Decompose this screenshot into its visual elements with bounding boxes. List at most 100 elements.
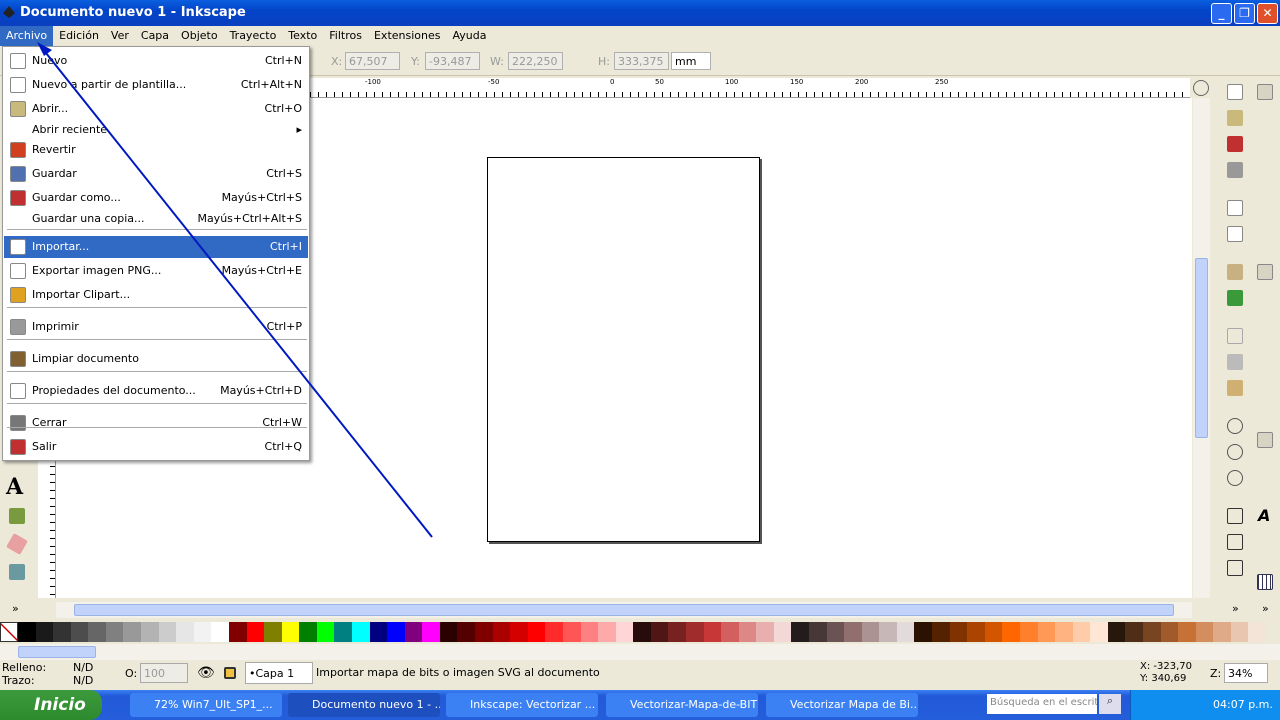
color-swatch[interactable]	[650, 622, 669, 642]
search-icon[interactable]: ⌕	[1099, 694, 1121, 714]
start-button[interactable]: Inicio	[0, 690, 102, 720]
task-word[interactable]: Vectorizar Mapa de Bi...	[766, 693, 918, 717]
color-swatch[interactable]	[422, 622, 440, 642]
color-swatch[interactable]	[510, 622, 528, 642]
color-swatch[interactable]	[176, 622, 194, 642]
color-swatch[interactable]	[756, 622, 774, 642]
color-swatch[interactable]	[1002, 622, 1020, 642]
color-swatch[interactable]	[615, 622, 634, 642]
snap-grid-icon[interactable]	[1257, 574, 1273, 590]
no-paint-swatch[interactable]	[0, 622, 18, 642]
color-swatch[interactable]	[228, 622, 247, 642]
color-swatch[interactable]	[703, 622, 722, 642]
color-swatch[interactable]	[334, 622, 352, 642]
menu-item-guardar[interactable]: Guardar Ctrl+S	[4, 163, 308, 185]
stroke-value[interactable]: N/D	[73, 674, 93, 687]
color-swatch[interactable]	[281, 622, 300, 642]
color-swatch[interactable]	[492, 622, 511, 642]
menu-edicion[interactable]: Edición	[53, 26, 105, 46]
color-swatch[interactable]	[1055, 622, 1073, 642]
color-swatch[interactable]	[1125, 622, 1143, 642]
menu-item-guardar-como[interactable]: Guardar como... Mayús+Ctrl+S	[4, 187, 308, 209]
snap-nodes-icon[interactable]	[1257, 264, 1273, 280]
color-swatch[interactable]	[685, 622, 704, 642]
layer-select[interactable]: •Capa 1	[245, 662, 313, 684]
menu-item-imprimir[interactable]: Imprimir Ctrl+P	[4, 316, 308, 338]
color-swatch[interactable]	[633, 622, 651, 642]
horizontal-scroll-thumb[interactable]	[74, 604, 1174, 616]
color-swatch[interactable]	[598, 622, 616, 642]
snap-toggle-icon[interactable]	[1257, 84, 1273, 100]
menu-ayuda[interactable]: Ayuda	[446, 26, 492, 46]
color-swatch[interactable]	[1072, 622, 1091, 642]
save-icon[interactable]	[1227, 136, 1243, 152]
open-icon[interactable]	[1227, 110, 1243, 126]
color-swatch[interactable]	[158, 622, 177, 642]
color-swatch[interactable]	[967, 622, 985, 642]
duplicate-icon[interactable]	[1227, 508, 1243, 524]
color-swatch[interactable]	[914, 622, 933, 642]
menu-item-exportar-imagen-png[interactable]: Exportar imagen PNG... Mayús+Ctrl+E	[4, 260, 308, 282]
menu-capa[interactable]: Capa	[135, 26, 175, 46]
color-swatch[interactable]	[351, 622, 370, 642]
color-swatch[interactable]	[932, 622, 950, 642]
color-swatch[interactable]	[580, 622, 599, 642]
color-swatch[interactable]	[123, 622, 142, 642]
color-swatch[interactable]	[1160, 622, 1179, 642]
palette-scroll-thumb[interactable]	[18, 646, 96, 658]
menu-objeto[interactable]: Objeto	[175, 26, 224, 46]
palette-scrollbar[interactable]	[0, 644, 1280, 660]
color-swatch[interactable]	[1143, 622, 1161, 642]
color-swatch[interactable]	[211, 622, 229, 642]
opacity-field[interactable]: 100	[140, 663, 188, 683]
color-swatch[interactable]	[984, 622, 1003, 642]
menu-extensiones[interactable]: Extensiones	[368, 26, 447, 46]
color-swatch[interactable]	[949, 622, 968, 642]
vertical-scroll-thumb[interactable]	[1195, 258, 1208, 438]
menu-item-importar[interactable]: Importar... Ctrl+I	[4, 236, 308, 258]
color-swatch[interactable]	[439, 622, 458, 642]
layer-lock-icon[interactable]	[224, 667, 236, 679]
task-folder[interactable]: Vectorizar-Mapa-de-BIT	[606, 693, 758, 717]
color-swatch[interactable]	[1019, 622, 1038, 642]
snap-text-baseline-icon[interactable]: A	[1258, 506, 1270, 525]
fill-value[interactable]: N/D	[73, 661, 93, 674]
desktop-search-input[interactable]: Búsqueda en el escrit	[987, 694, 1097, 714]
unit-select[interactable]: mm	[671, 52, 711, 70]
color-swatch[interactable]	[861, 622, 880, 642]
color-swatch[interactable]	[369, 622, 388, 642]
task-inkscape[interactable]: Documento nuevo 1 - ...	[288, 693, 440, 717]
color-swatch[interactable]	[527, 622, 546, 642]
redo-icon[interactable]	[1227, 290, 1243, 306]
export-icon[interactable]	[1227, 226, 1243, 242]
color-swatch[interactable]	[193, 622, 212, 642]
minimize-button[interactable]: _	[1211, 3, 1232, 24]
spray-tool-icon[interactable]	[9, 508, 25, 524]
color-swatch[interactable]	[246, 622, 265, 642]
zoom-field[interactable]: 34%	[1224, 663, 1268, 683]
color-swatch[interactable]	[562, 622, 581, 642]
cut-icon[interactable]	[1227, 354, 1243, 370]
color-swatch[interactable]	[35, 622, 54, 642]
visibility-eye-icon[interactable]: 👁	[197, 665, 215, 681]
clone-icon[interactable]	[1227, 534, 1243, 550]
color-swatch[interactable]	[457, 622, 476, 642]
unlink-clone-icon[interactable]	[1227, 560, 1243, 576]
zoom-drawing-icon[interactable]	[1227, 444, 1243, 460]
color-swatch[interactable]	[896, 622, 915, 642]
color-swatch[interactable]	[1195, 622, 1214, 642]
color-swatch[interactable]	[826, 622, 845, 642]
color-swatch[interactable]	[1107, 622, 1126, 642]
menu-item-abrir-reciente[interactable]: Abrir reciente ▸	[4, 119, 308, 141]
zoom-page-icon[interactable]	[1227, 470, 1243, 486]
zoom-selection-icon[interactable]	[1227, 418, 1243, 434]
undo-icon[interactable]	[1227, 264, 1243, 280]
menu-item-abrir[interactable]: Abrir... Ctrl+O	[4, 98, 308, 120]
color-swatch[interactable]	[844, 622, 862, 642]
menu-archivo[interactable]: Archivo	[0, 26, 54, 46]
color-swatch[interactable]	[668, 622, 686, 642]
color-swatch[interactable]	[1230, 622, 1249, 642]
menu-filtros[interactable]: Filtros	[323, 26, 368, 46]
color-swatch[interactable]	[738, 622, 757, 642]
toolbox-expand-button[interactable]: »	[12, 602, 19, 615]
